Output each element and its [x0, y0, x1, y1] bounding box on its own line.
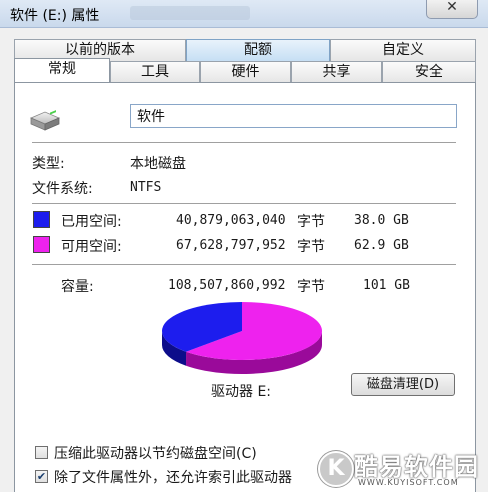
free-space-swatch: [33, 236, 50, 253]
index-checkbox[interactable]: ✔: [35, 470, 48, 483]
used-space-swatch: [33, 211, 50, 228]
compress-checkbox[interactable]: [35, 446, 48, 459]
free-space-unit: 字节: [297, 239, 325, 255]
separator-top: [32, 142, 456, 143]
tab-tools[interactable]: 工具: [110, 61, 200, 82]
watermark-text: 酷易软件园: [354, 453, 479, 481]
separator-bottom: [32, 264, 456, 265]
separator-middle: [32, 203, 456, 204]
free-space-label: 可用空间:: [61, 239, 122, 255]
watermark-url: WWW.KUYISOFT.COM: [358, 478, 459, 487]
capacity-size: 101 GB: [363, 278, 410, 293]
drive-label: 驱动器 E:: [211, 384, 272, 400]
free-space-bytes: 67,628,797,952: [176, 238, 286, 253]
index-label: 除了文件属性外，还允许索引此驱动器: [54, 470, 292, 486]
compress-label: 压缩此驱动器以节约磁盘空间(C): [54, 446, 257, 462]
title-bar: 软件 (E:) 属性 ✕: [0, 0, 488, 28]
used-space-bytes: 40,879,063,040: [176, 213, 286, 228]
disk-usage-pie: [162, 302, 322, 374]
type-value: 本地磁盘: [130, 156, 186, 172]
close-button[interactable]: ✕: [426, 0, 478, 19]
tab-hardware[interactable]: 硬件: [200, 61, 291, 82]
filesystem-value: NTFS: [130, 180, 162, 195]
filesystem-label: 文件系统:: [32, 181, 93, 197]
site-watermark: K 酷易软件园 WWW.KUYISOFT.COM: [310, 445, 488, 492]
tab-security[interactable]: 安全: [382, 61, 476, 82]
type-label: 类型:: [32, 156, 65, 172]
used-space-label: 已用空间:: [61, 214, 122, 230]
capacity-bytes: 108,507,860,992: [168, 278, 286, 293]
free-space-size: 62.9 GB: [354, 238, 409, 253]
tab-general[interactable]: 常规: [14, 58, 110, 82]
volume-name-input[interactable]: [130, 104, 457, 128]
tab-row-front: 常规 工具 硬件 共享 安全: [0, 58, 488, 82]
window-title: 软件 (E:) 属性: [10, 8, 100, 24]
used-space-size: 38.0 GB: [354, 213, 409, 228]
watermark-logo-icon: K: [318, 451, 354, 487]
tab-quota[interactable]: 配额: [186, 39, 330, 61]
disk-cleanup-button[interactable]: 磁盘清理(D): [351, 373, 455, 396]
used-space-unit: 字节: [297, 214, 325, 230]
hard-drive-icon: [29, 110, 61, 131]
tab-customize[interactable]: 自定义: [330, 39, 476, 61]
close-icon: ✕: [446, 0, 458, 15]
capacity-label: 容量:: [61, 279, 94, 295]
capacity-unit: 字节: [297, 279, 325, 295]
title-blur-region: [130, 6, 250, 20]
tab-sharing[interactable]: 共享: [291, 61, 382, 82]
